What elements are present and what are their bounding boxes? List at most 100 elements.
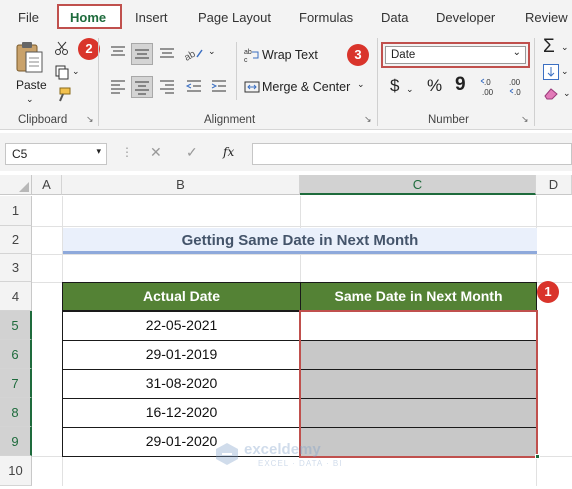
svg-text:c: c bbox=[244, 57, 248, 63]
fill-handle[interactable] bbox=[535, 454, 540, 459]
watermark-name: exceldemy bbox=[244, 441, 321, 458]
header-same-date-next-month[interactable]: Same Date in Next Month bbox=[300, 282, 537, 311]
select-all-corner[interactable] bbox=[0, 175, 32, 195]
row-header-9[interactable]: 9 bbox=[0, 427, 32, 456]
step-badge-home: 2 bbox=[78, 38, 100, 60]
clipboard-launcher-icon[interactable]: ↘ bbox=[86, 114, 94, 125]
fill-dropdown-icon[interactable]: ⌄ bbox=[561, 66, 569, 77]
copy-dropdown-icon[interactable]: ⌄ bbox=[72, 66, 80, 77]
ribbon: Paste ⌄ ⌄ 2 Clipboard ↘ ab ⌄ ab c Wrap T… bbox=[0, 34, 572, 130]
svg-text:.00: .00 bbox=[482, 88, 494, 97]
row-header-10[interactable]: 10 bbox=[0, 456, 32, 486]
ribbon-separator bbox=[236, 42, 237, 100]
alignment-launcher-icon[interactable]: ↘ bbox=[364, 114, 372, 125]
table-row-date[interactable]: 29-01-2019 bbox=[62, 346, 301, 362]
table-row-date[interactable]: 31-08-2020 bbox=[62, 375, 301, 391]
row-header-5[interactable]: 5 bbox=[0, 311, 32, 340]
row-header-4[interactable]: 4 bbox=[0, 282, 32, 311]
currency-dropdown-icon[interactable]: ⌄ bbox=[406, 84, 414, 95]
merge-center-icon bbox=[244, 81, 260, 93]
comma-style-button[interactable]: 9 bbox=[455, 74, 466, 96]
tab-file[interactable]: File bbox=[18, 10, 39, 25]
number-format-dropdown[interactable]: Date ⌄ bbox=[385, 46, 526, 64]
gridline bbox=[32, 254, 572, 255]
number-format-value: Date bbox=[391, 49, 416, 61]
menu-bar: File Home Insert Page Layout Formulas Da… bbox=[0, 0, 572, 34]
align-left-icon[interactable] bbox=[109, 78, 129, 96]
paste-dropdown-icon[interactable]: ⌄ bbox=[26, 94, 34, 105]
gridline bbox=[32, 226, 572, 227]
merge-center-label: Merge & Center bbox=[262, 80, 351, 94]
column-header-a[interactable]: A bbox=[32, 175, 62, 195]
column-header-c[interactable]: C bbox=[300, 175, 536, 195]
cut-icon[interactable] bbox=[54, 40, 74, 58]
clear-icon[interactable] bbox=[543, 86, 561, 100]
formula-bar: C5 ▾ ⋮ ✕ ✓ fx bbox=[0, 133, 572, 171]
watermark: exceldemy EXCEL · DATA · BI bbox=[214, 439, 364, 471]
watermark-logo-icon bbox=[216, 443, 238, 465]
insert-function-icon[interactable]: fx bbox=[223, 145, 234, 159]
column-header-b[interactable]: B bbox=[62, 175, 300, 195]
name-box-dropdown-icon[interactable]: ▾ bbox=[96, 146, 101, 157]
wrap-text-icon: abc bbox=[244, 49, 259, 63]
decrease-indent-icon[interactable] bbox=[185, 78, 205, 96]
tab-formulas[interactable]: Formulas bbox=[299, 10, 353, 25]
tab-page-layout[interactable]: Page Layout bbox=[198, 10, 271, 25]
tab-developer[interactable]: Developer bbox=[436, 10, 495, 25]
number-launcher-icon[interactable]: ↘ bbox=[521, 114, 529, 125]
paste-button[interactable]: Paste ⌄ bbox=[14, 40, 50, 108]
formula-input[interactable] bbox=[252, 143, 572, 165]
cancel-icon[interactable]: ✕ bbox=[150, 144, 162, 161]
align-right-icon[interactable] bbox=[158, 78, 178, 96]
format-painter-icon[interactable] bbox=[54, 86, 74, 104]
column-header-d[interactable]: D bbox=[536, 175, 572, 195]
orientation-icon[interactable]: ab bbox=[182, 45, 203, 64]
tab-insert[interactable]: Insert bbox=[135, 10, 168, 25]
fill-icon[interactable] bbox=[543, 64, 559, 80]
orientation-dropdown-icon[interactable]: ⌄ bbox=[208, 46, 216, 57]
step-badge-selection: 1 bbox=[537, 281, 559, 303]
number-format-highlight: Date ⌄ bbox=[381, 42, 530, 68]
increase-decimal-icon[interactable]: .0.00 bbox=[480, 76, 500, 98]
name-box[interactable]: C5 ▾ bbox=[5, 143, 107, 165]
tab-home[interactable]: Home bbox=[70, 10, 106, 25]
row-header-8[interactable]: 8 bbox=[0, 398, 32, 427]
autosum-dropdown-icon[interactable]: ⌄ bbox=[561, 42, 569, 53]
merge-dropdown-icon[interactable]: ⌄ bbox=[357, 79, 365, 90]
row-header-2[interactable]: 2 bbox=[0, 226, 32, 254]
svg-text:.0: .0 bbox=[514, 88, 521, 97]
decrease-decimal-icon[interactable]: .00.0 bbox=[508, 76, 528, 98]
ribbon-separator bbox=[534, 38, 535, 126]
formula-bar-grip-icon: ⋮ bbox=[121, 145, 133, 159]
merge-center-button[interactable]: Merge & Center ⌄ bbox=[244, 78, 372, 98]
align-center-icon[interactable] bbox=[131, 76, 153, 98]
watermark-tagline: EXCEL · DATA · BI bbox=[258, 459, 343, 468]
table-row-date[interactable]: 22-05-2021 bbox=[62, 317, 301, 333]
ribbon-separator bbox=[377, 38, 378, 126]
percent-style-button[interactable]: % bbox=[427, 76, 442, 96]
increase-indent-icon[interactable] bbox=[210, 78, 230, 96]
selection-highlight bbox=[299, 310, 538, 458]
table-row-date[interactable]: 16-12-2020 bbox=[62, 404, 301, 420]
align-bottom-icon[interactable] bbox=[158, 45, 178, 63]
align-middle-icon[interactable] bbox=[131, 43, 153, 65]
row-header-3[interactable]: 3 bbox=[0, 254, 32, 282]
autosum-icon[interactable]: Σ bbox=[543, 36, 555, 58]
sheet-title-cell[interactable]: Getting Same Date in Next Month bbox=[63, 228, 537, 254]
svg-text:ab: ab bbox=[244, 49, 252, 56]
wrap-text-label: Wrap Text bbox=[262, 48, 318, 62]
tab-review[interactable]: Review bbox=[525, 10, 568, 25]
row-header-1[interactable]: 1 bbox=[0, 196, 32, 226]
currency-format-button[interactable]: $ bbox=[390, 76, 399, 96]
ribbon-separator bbox=[98, 38, 99, 126]
wrap-text-button[interactable]: ab c Wrap Text bbox=[244, 46, 354, 66]
row-header-7[interactable]: 7 bbox=[0, 369, 32, 398]
tab-data[interactable]: Data bbox=[381, 10, 408, 25]
header-actual-date[interactable]: Actual Date bbox=[62, 282, 301, 311]
copy-icon[interactable] bbox=[54, 64, 74, 82]
clear-dropdown-icon[interactable]: ⌄ bbox=[563, 88, 571, 99]
number-group-label: Number bbox=[428, 114, 469, 126]
align-top-icon[interactable] bbox=[109, 45, 129, 63]
enter-icon[interactable]: ✓ bbox=[186, 144, 198, 161]
row-header-6[interactable]: 6 bbox=[0, 340, 32, 369]
